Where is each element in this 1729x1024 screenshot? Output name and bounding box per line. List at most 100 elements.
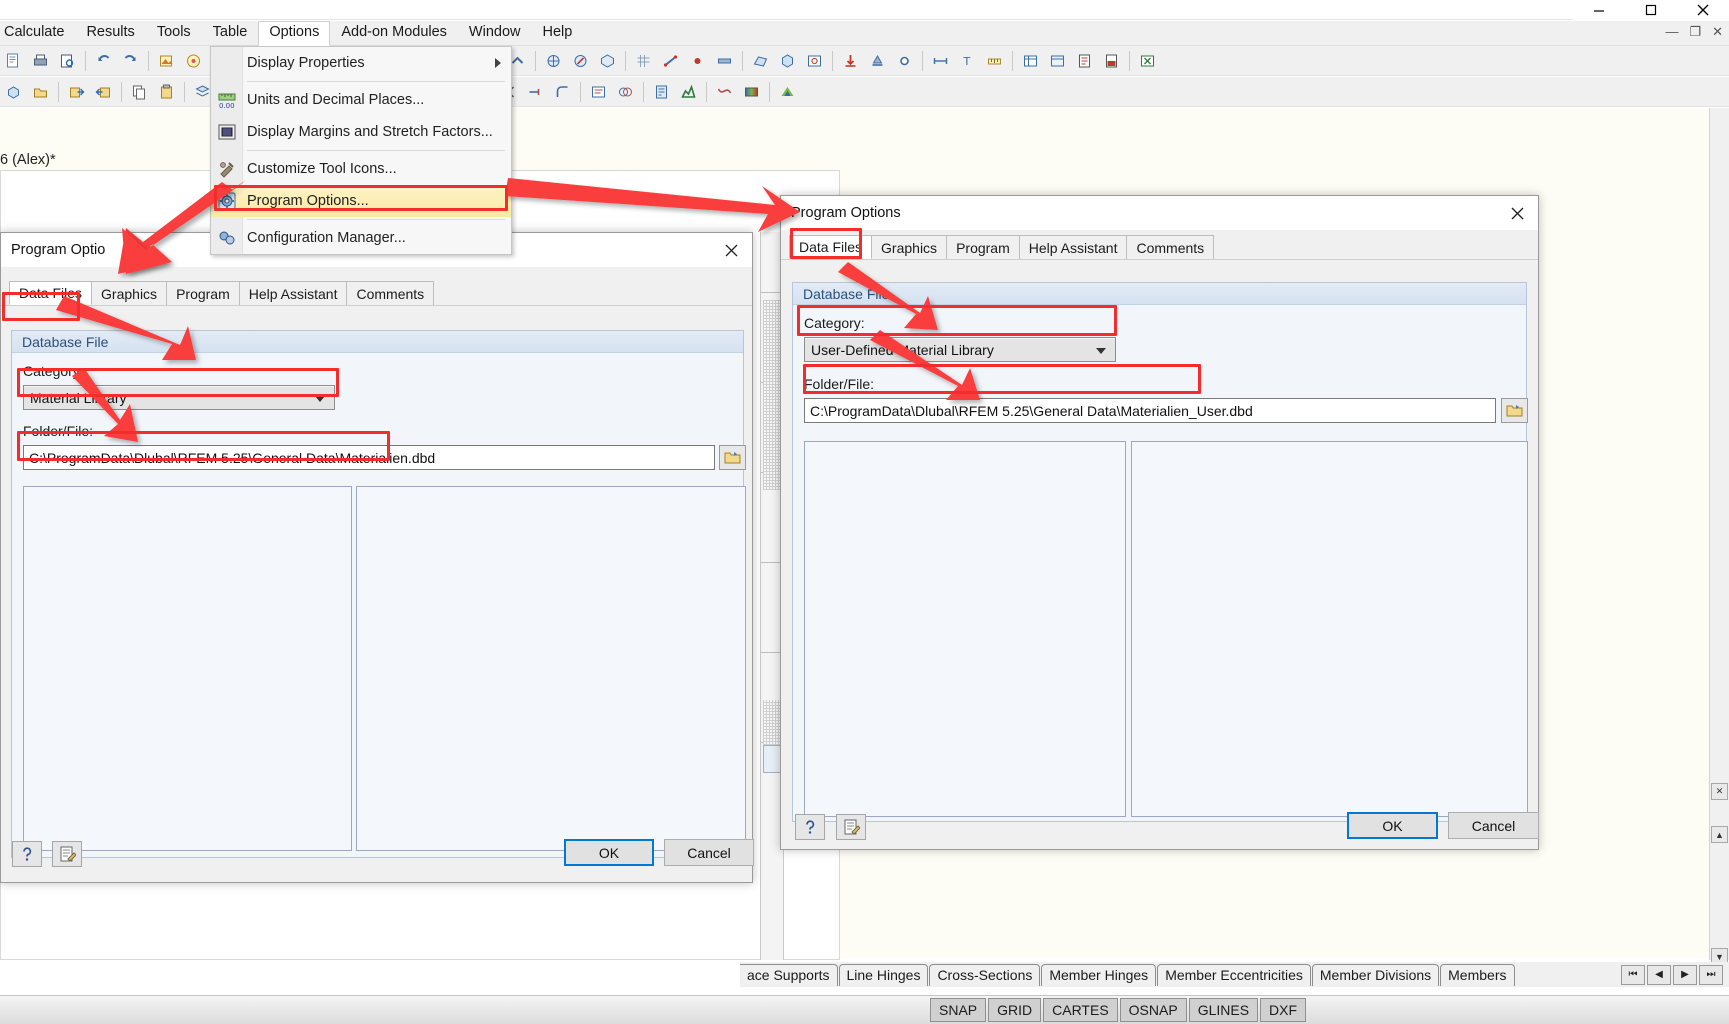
results-icon[interactable] — [676, 80, 701, 104]
cancel-button-right[interactable]: Cancel — [1448, 812, 1539, 839]
excel-export-icon[interactable] — [1135, 49, 1160, 73]
navigator-thumb[interactable] — [763, 745, 781, 773]
render-icon[interactable] — [154, 49, 179, 73]
database-detail-left[interactable] — [356, 486, 746, 851]
new-model-icon[interactable] — [1, 80, 26, 104]
stress-icon[interactable] — [739, 80, 764, 104]
tab-data-files-left[interactable]: Data Files — [9, 281, 92, 305]
status-toggle-osnap[interactable]: OSNAP — [1120, 998, 1187, 1022]
grid-toggle-icon[interactable] — [631, 49, 656, 73]
table-toggle-icon[interactable] — [1018, 49, 1043, 73]
menu-units-and-decimal-places[interactable]: 0.00 Units and Decimal Places... — [211, 84, 511, 116]
options-dropdown-menu[interactable]: Display Properties 0.00 Units and Decima… — [210, 46, 512, 255]
table-tab-member-divisions[interactable]: Member Divisions — [1312, 964, 1439, 986]
fillet-icon[interactable] — [550, 80, 575, 104]
printout-report-icon[interactable] — [1072, 49, 1097, 73]
status-toggle-dxf[interactable]: DXF — [1260, 998, 1306, 1022]
minimize-button[interactable] — [1573, 0, 1625, 20]
scroll-up-button[interactable]: ▲ — [1711, 826, 1728, 843]
menu-customize-tool-icons[interactable]: Customize Tool Icons... — [211, 153, 511, 185]
new-file-icon[interactable] — [1, 49, 26, 73]
help-button-right[interactable] — [795, 814, 825, 840]
deformation-icon[interactable] — [712, 80, 737, 104]
table-tab-line-hinges[interactable]: Line Hinges — [839, 964, 929, 986]
database-list-left[interactable] — [23, 486, 352, 851]
text-tool-icon[interactable]: T — [955, 49, 980, 73]
tab-program-right[interactable]: Program — [946, 235, 1020, 259]
menu-item-help[interactable]: Help — [532, 21, 584, 45]
dialog-tabstrip-right[interactable]: Data Files Graphics Program Help Assista… — [781, 233, 1538, 260]
table-tab-member-eccentricities[interactable]: Member Eccentricities — [1157, 964, 1311, 986]
surface-tool-icon[interactable] — [748, 49, 773, 73]
help-button-left[interactable] — [12, 841, 42, 867]
menu-program-options[interactable]: Program Options... — [211, 185, 511, 217]
mdi-restore-button[interactable]: ❐ — [1689, 24, 1701, 40]
rail-close-button[interactable]: ✕ — [1711, 783, 1728, 800]
table-tab-surface-supports[interactable]: ace Supports — [740, 964, 838, 986]
status-toggle-glines[interactable]: GLINES — [1189, 998, 1258, 1022]
mdi-close-button[interactable]: ✕ — [1712, 24, 1723, 40]
tab-help-assistant-left[interactable]: Help Assistant — [239, 281, 348, 305]
loads-cases-icon[interactable] — [586, 80, 611, 104]
calculate-icon[interactable] — [649, 80, 674, 104]
ok-button-right[interactable]: OK — [1347, 812, 1438, 839]
dimension-tool-icon[interactable] — [928, 49, 953, 73]
table-tab-member-hinges[interactable]: Member Hinges — [1041, 964, 1156, 986]
category-combobox-left[interactable]: Material Library — [23, 385, 335, 410]
tab-comments-left[interactable]: Comments — [346, 281, 434, 305]
support-tool-icon[interactable] — [865, 49, 890, 73]
table-tabs-bar[interactable]: ace Supports Line Hinges Cross-Sections … — [740, 962, 1729, 987]
menu-configuration-manager[interactable]: Configuration Manager... — [211, 222, 511, 254]
last-record-button[interactable]: ⏭ — [1699, 965, 1723, 985]
open-model-icon[interactable] — [28, 80, 53, 104]
menu-item-options[interactable]: Options — [258, 21, 330, 46]
solid-tool-icon[interactable] — [775, 49, 800, 73]
maximize-button[interactable] — [1625, 0, 1677, 20]
menu-item-window[interactable]: Window — [458, 21, 532, 45]
results-table-icon[interactable] — [1045, 49, 1070, 73]
folder-file-input-left[interactable]: C:\ProgramData\Dlubal\RFEM 5.25\General … — [23, 445, 715, 470]
extend-icon[interactable] — [523, 80, 548, 104]
tab-program-left[interactable]: Program — [166, 281, 240, 305]
combinations-icon[interactable] — [613, 80, 638, 104]
print-preview-icon[interactable] — [55, 49, 80, 73]
menu-display-properties[interactable]: Display Properties — [211, 47, 511, 79]
tab-graphics-right[interactable]: Graphics — [871, 235, 947, 259]
section-view-icon[interactable] — [568, 49, 593, 73]
tab-help-assistant-right[interactable]: Help Assistant — [1019, 235, 1128, 259]
next-record-button[interactable]: ▶ — [1673, 965, 1697, 985]
notes-button-left[interactable] — [52, 841, 82, 867]
measure-tool-icon[interactable] — [982, 49, 1007, 73]
member-tool-icon[interactable] — [712, 49, 737, 73]
status-toggle-cartes[interactable]: CARTES — [1043, 998, 1118, 1022]
dialog-tabstrip-left[interactable]: Data Files Graphics Program Help Assista… — [1, 279, 752, 306]
export-icon[interactable] — [64, 80, 89, 104]
menu-display-margins-and-stretch-factors[interactable]: Display Margins and Stretch Factors... — [211, 116, 511, 148]
pdf-export-icon[interactable] — [1099, 49, 1124, 73]
isometric-icon[interactable] — [595, 49, 620, 73]
dialog-close-button-left[interactable] — [716, 237, 746, 263]
copy-icon[interactable] — [127, 80, 152, 104]
undo-icon[interactable] — [91, 49, 116, 73]
paste-icon[interactable] — [154, 80, 179, 104]
node-tool-icon[interactable] — [685, 49, 710, 73]
model-view-icon[interactable] — [541, 49, 566, 73]
program-options-dialog-right[interactable]: Program Options Data Files Graphics Prog… — [780, 195, 1539, 850]
opening-tool-icon[interactable] — [802, 49, 827, 73]
category-combobox-right[interactable]: User-Defined Material Library — [804, 337, 1116, 362]
print-icon[interactable] — [28, 49, 53, 73]
tab-data-files-right[interactable]: Data Files — [789, 235, 872, 259]
tab-comments-right[interactable]: Comments — [1126, 235, 1214, 259]
line-tool-icon[interactable] — [658, 49, 683, 73]
browse-folder-button-left[interactable] — [719, 445, 746, 470]
database-list-right[interactable] — [804, 441, 1126, 817]
menu-item-tools[interactable]: Tools — [146, 21, 202, 45]
table-tab-cross-sections[interactable]: Cross-Sections — [929, 964, 1040, 986]
previous-record-button[interactable]: ◀ — [1647, 965, 1671, 985]
status-toggle-grid[interactable]: GRID — [988, 998, 1041, 1022]
notes-button-right[interactable] — [836, 814, 866, 840]
load-tool-icon[interactable] — [838, 49, 863, 73]
status-toggle-snap[interactable]: SNAP — [930, 998, 986, 1022]
dlubal-logo-icon[interactable] — [775, 80, 800, 104]
close-button[interactable] — [1677, 0, 1729, 20]
